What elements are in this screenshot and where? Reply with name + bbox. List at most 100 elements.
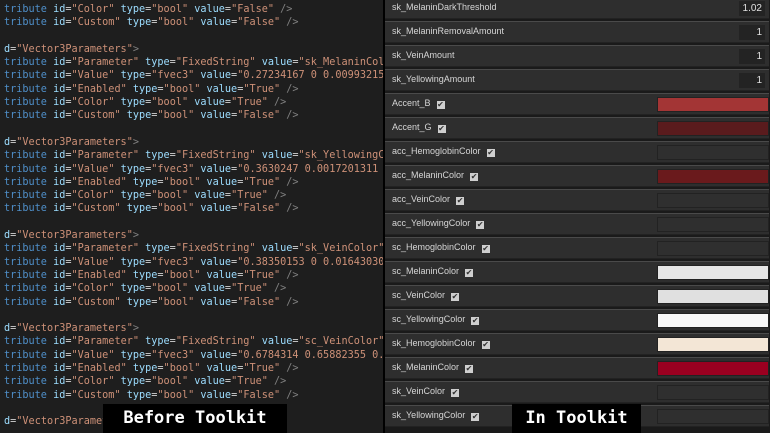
color-swatch[interactable]: [657, 313, 769, 328]
number-input[interactable]: 1.02: [739, 1, 765, 16]
code-line: tribute id="Parameter" type="FixedString…: [4, 242, 383, 255]
color-swatch[interactable]: [657, 409, 769, 424]
parameter-name: sk_VeinAmount: [392, 50, 455, 60]
xml-code: tribute id="Color" type="bool" value="Fa…: [4, 3, 383, 429]
enabled-checkbox[interactable]: ✔: [476, 221, 485, 229]
code-token: type: [145, 243, 170, 255]
code-token: 0.38350153 0 0.016430303: [243, 256, 383, 268]
code-token: bool: [163, 203, 189, 215]
code-token: id: [53, 97, 66, 109]
enabled-checkbox[interactable]: ✔: [451, 389, 460, 397]
enabled-checkbox[interactable]: ✔: [465, 269, 474, 277]
code-token: fvec3: [157, 256, 189, 268]
parameter-label: acc_YellowingColor ✔: [392, 218, 485, 229]
code-line: tribute id="Parameter" type="FixedString…: [4, 149, 383, 162]
enabled-checkbox[interactable]: ✔: [470, 173, 479, 181]
code-token: FixedString: [181, 57, 250, 69]
code-token: value: [261, 243, 293, 255]
parameter-row: acc_MelaninColor ✔: [385, 165, 769, 187]
parameter-row: acc_VeinColor ✔: [385, 189, 769, 211]
parameter-label: sk_YellowingAmount: [392, 74, 475, 84]
color-swatch[interactable]: [657, 265, 769, 280]
code-token: />: [280, 296, 299, 308]
code-token: ": [132, 150, 146, 162]
code-token: >: [132, 230, 139, 242]
code-token: ": [114, 389, 127, 401]
enabled-checkbox[interactable]: ✔: [437, 125, 446, 133]
number-input[interactable]: 1: [739, 49, 765, 64]
code-token: Enabled: [77, 363, 121, 375]
code-token: True: [237, 283, 262, 295]
enabled-checkbox[interactable]: ✔: [486, 149, 495, 157]
parameter-name: Accent_G: [392, 122, 432, 132]
code-token: ": [194, 176, 207, 188]
code-token: id: [53, 363, 66, 375]
parameter-name: sc_HemoglobinColor: [392, 242, 476, 252]
code-token: type: [120, 97, 146, 109]
code-token: ": [188, 349, 201, 361]
color-swatch[interactable]: [657, 337, 769, 352]
enabled-checkbox[interactable]: ✔: [451, 293, 460, 301]
code-token: ": [188, 389, 201, 401]
code-token: value: [200, 17, 232, 29]
code-token: bool: [163, 110, 189, 122]
code-token: ": [108, 190, 121, 202]
code-token: Enabled: [77, 83, 121, 95]
code-token: value: [200, 110, 232, 122]
code-line: tribute id="Value" type="fvec3" value="0…: [4, 349, 383, 362]
code-token: type: [120, 256, 146, 268]
code-token: ": [188, 203, 201, 215]
enabled-checkbox[interactable]: ✔: [465, 365, 474, 373]
xml-editor-panel: tribute id="Color" type="bool" value="Fa…: [0, 0, 383, 433]
code-token: sk_MelaninColor: [304, 57, 383, 69]
code-token: value: [200, 296, 232, 308]
code-token: value: [261, 57, 293, 69]
parameter-row: Accent_G ✔: [385, 117, 769, 139]
enabled-checkbox[interactable]: ✔: [471, 413, 480, 421]
parameter-label: acc_HemoglobinColor ✔: [392, 146, 495, 157]
parameter-row: sk_YellowingAmount 1: [385, 69, 769, 91]
code-token: bool: [157, 4, 182, 15]
enabled-checkbox[interactable]: ✔: [481, 341, 490, 349]
code-token: fvec3: [157, 349, 189, 361]
enabled-checkbox[interactable]: ✔: [481, 245, 490, 253]
code-token: bool: [157, 376, 182, 388]
code-token: />: [267, 283, 287, 295]
code-line: tribute id="Value" type="fvec3" value="0…: [4, 256, 383, 269]
code-token: value: [194, 283, 225, 295]
code-token: True: [237, 97, 262, 109]
color-swatch[interactable]: [657, 289, 769, 304]
color-swatch[interactable]: [657, 121, 769, 136]
code-line: d="Vector3Parameters">: [4, 322, 383, 335]
enabled-checkbox[interactable]: ✔: [436, 101, 445, 109]
enabled-checkbox[interactable]: ✔: [456, 197, 465, 205]
color-swatch[interactable]: [657, 145, 769, 160]
color-swatch[interactable]: [657, 241, 769, 256]
code-token: type: [132, 269, 158, 281]
code-token: id: [53, 269, 66, 281]
parameter-row: sk_VeinColor ✔: [385, 381, 769, 403]
number-input[interactable]: 1: [739, 25, 765, 40]
color-swatch[interactable]: [657, 193, 769, 208]
color-swatch[interactable]: [657, 169, 769, 184]
code-line: tribute id="Color" type="bool" value="Tr…: [4, 96, 383, 109]
color-swatch[interactable]: [657, 97, 769, 112]
code-token: value: [261, 336, 293, 348]
parameter-label: sk_VeinAmount: [392, 50, 455, 60]
color-swatch[interactable]: [657, 217, 769, 232]
code-token: type: [126, 17, 152, 29]
code-token: ": [188, 110, 201, 122]
code-token: value: [194, 190, 225, 202]
code-token: tribute: [4, 243, 54, 255]
color-swatch[interactable]: [657, 361, 769, 376]
enabled-checkbox[interactable]: ✔: [471, 317, 480, 325]
code-line: tribute id="Enabled" type="bool" value="…: [4, 362, 383, 375]
code-token: />: [274, 4, 293, 15]
code-token: ": [108, 349, 121, 361]
number-input[interactable]: 1: [739, 73, 765, 88]
code-token: sc_VeinColor: [304, 336, 379, 348]
parameter-row: sk_VeinAmount 1: [385, 45, 769, 67]
parameter-label: sk_MelaninRemovalAmount: [392, 26, 504, 36]
color-swatch[interactable]: [657, 385, 769, 400]
